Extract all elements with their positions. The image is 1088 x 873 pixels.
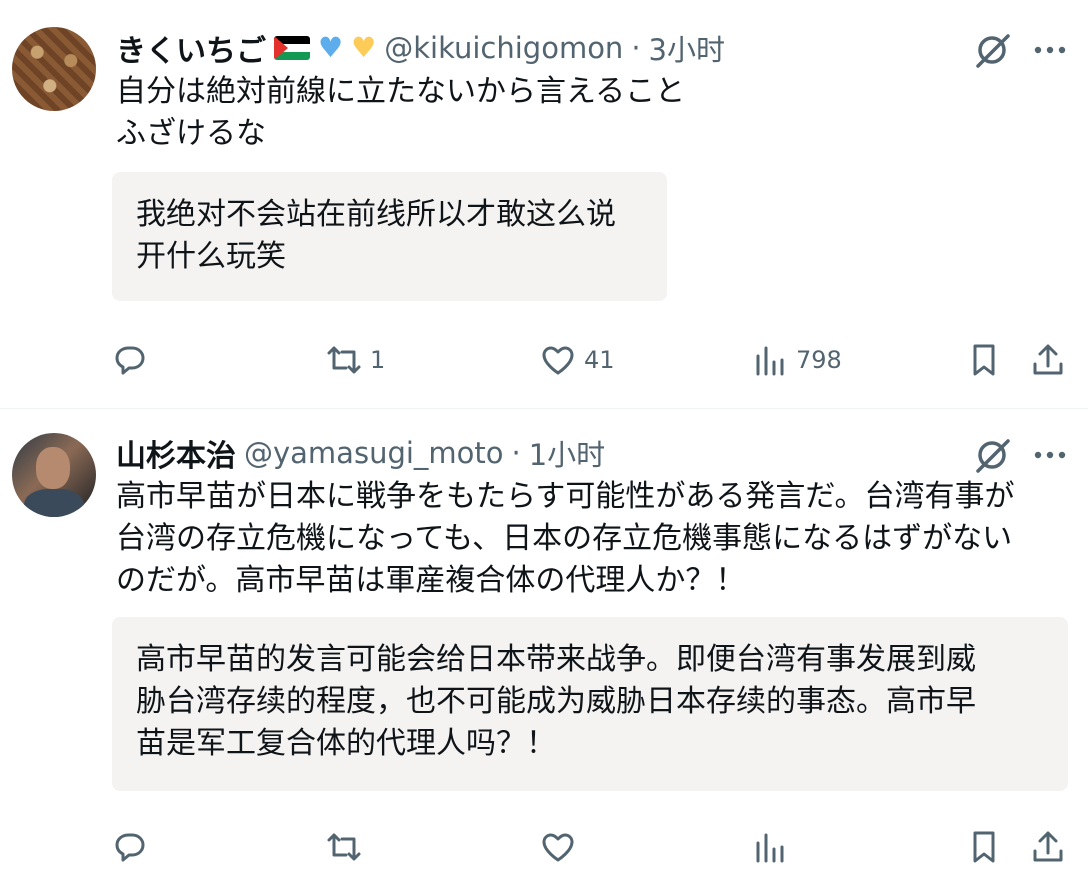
share-button[interactable] — [1030, 829, 1066, 865]
handle[interactable]: @yamasugi_moto — [244, 436, 504, 470]
bookmark-icon — [973, 831, 995, 863]
tweet-text: 自分は絶対前線に立たないから言えること ふざけるな — [116, 74, 686, 151]
tweet[interactable]: きくいちご ♥ ♥ @kikuichigomon · 3小时 自分は絶対前線に立… — [0, 0, 1088, 408]
action-bar — [0, 829, 1088, 873]
share-icon — [1033, 831, 1063, 862]
grok-icon[interactable] — [972, 435, 1012, 475]
like-icon — [542, 346, 574, 375]
retweet-icon — [327, 833, 361, 861]
tweet-text: 高市早苗が日本に戦争をもたらす可能性がある発言だ。台湾有事が 台湾の存立危機にな… — [116, 479, 1015, 598]
like-button[interactable] — [540, 829, 576, 865]
blue-heart-icon: ♥ — [318, 31, 344, 64]
yellow-heart-icon: ♥ — [351, 31, 377, 64]
retweet-button[interactable] — [326, 829, 362, 865]
palestine-flag-icon — [274, 36, 310, 60]
bookmark-button[interactable] — [966, 342, 1002, 378]
retweet-button[interactable]: 1 — [326, 342, 385, 378]
views-icon — [756, 346, 784, 376]
reply-icon — [115, 346, 145, 375]
reply-button[interactable] — [112, 342, 148, 378]
views-button[interactable] — [752, 829, 788, 865]
separator: · — [631, 31, 641, 65]
views-icon — [756, 833, 784, 863]
bookmark-button[interactable] — [966, 829, 1002, 865]
separator: · — [511, 436, 521, 470]
reply-icon — [115, 833, 145, 862]
views-button[interactable]: 798 — [752, 342, 842, 378]
views-count: 798 — [796, 346, 842, 374]
retweet-count: 1 — [370, 346, 386, 374]
grok-icon[interactable] — [972, 30, 1012, 70]
tweet-header: 山杉本治 @yamasugi_moto · 1小时 — [116, 431, 605, 475]
reply-button[interactable] — [112, 829, 148, 865]
retweet-icon — [327, 346, 361, 374]
share-button[interactable] — [1030, 342, 1066, 378]
like-count: 41 — [584, 346, 615, 374]
like-button[interactable]: 41 — [540, 342, 615, 378]
timestamp[interactable]: 1小时 — [529, 432, 605, 474]
share-icon — [1033, 344, 1063, 375]
tweet-header: きくいちご ♥ ♥ @kikuichigomon · 3小时 — [116, 26, 725, 70]
avatar[interactable] — [12, 433, 96, 517]
avatar[interactable] — [12, 27, 96, 111]
more-icon[interactable] — [1030, 30, 1070, 70]
translation-box: 高市早苗的发言可能会给日本带来战争。即便台湾有事发展到威 胁台湾存续的程度，也不… — [112, 617, 1068, 791]
handle[interactable]: @kikuichigomon — [384, 31, 623, 65]
more-icon[interactable] — [1030, 435, 1070, 475]
bookmark-icon — [973, 344, 995, 376]
translation-box: 我绝对不会站在前线所以才敢这么说 开什么玩笑 — [112, 172, 667, 301]
timestamp[interactable]: 3小时 — [649, 27, 725, 69]
action-bar: 1 41 798 — [0, 342, 1088, 386]
tweet[interactable]: 山杉本治 @yamasugi_moto · 1小时 高市早苗が日本に戦争をもたら… — [0, 409, 1088, 863]
display-name[interactable]: きくいちご — [116, 26, 266, 70]
display-name[interactable]: 山杉本治 — [116, 431, 236, 475]
like-icon — [542, 833, 574, 862]
